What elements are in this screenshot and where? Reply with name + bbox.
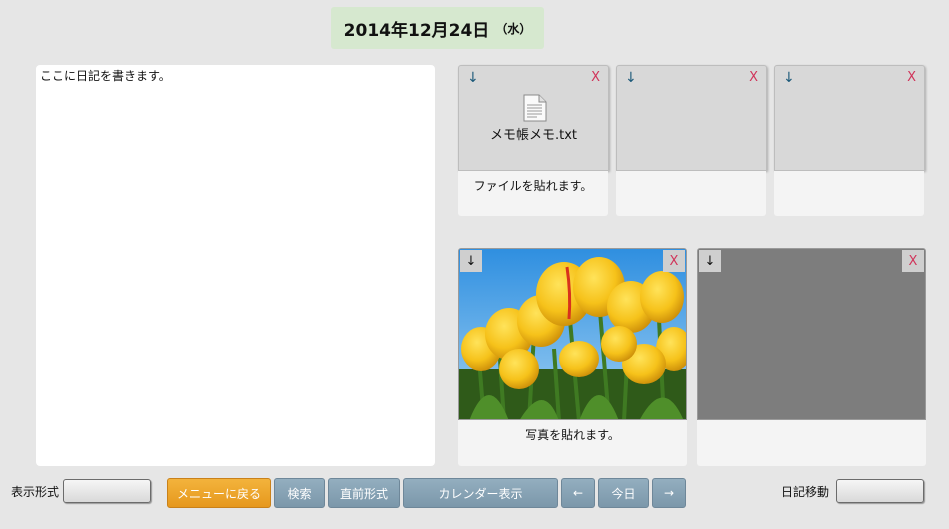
close-icon[interactable]: X <box>902 250 924 272</box>
file-name[interactable]: メモ帳メモ.txt <box>459 124 608 143</box>
diary-textarea[interactable]: ここに日記を書きます。 <box>36 65 435 466</box>
photo-caption-1: 写真を貼れます。 <box>458 420 687 466</box>
tulip-photo[interactable] <box>459 249 687 420</box>
diary-move-button[interactable] <box>836 479 924 503</box>
file-caption-2 <box>616 171 766 216</box>
download-icon[interactable]: ↓ <box>783 70 795 86</box>
today-button[interactable]: 今日 <box>598 478 649 508</box>
date-text: 2014年12月24日 <box>343 20 490 41</box>
photo-slot-2[interactable]: ↓ X <box>697 248 926 420</box>
next-day-button[interactable]: → <box>652 478 686 508</box>
close-icon[interactable]: X <box>907 70 916 86</box>
download-icon[interactable]: ↓ <box>467 70 479 86</box>
display-mode-button[interactable] <box>63 479 151 503</box>
weekday-text: （水） <box>495 21 532 36</box>
text-file-icon <box>523 94 547 122</box>
back-to-menu-button[interactable]: メニューに戻る <box>167 478 271 508</box>
download-icon[interactable]: ↓ <box>699 250 721 272</box>
file-caption-1: ファイルを貼れます。 <box>458 171 608 216</box>
file-caption-3 <box>774 171 924 216</box>
page-title: 2014年12月24日 （水） <box>331 7 544 49</box>
file-slot-2[interactable]: ↓ X <box>616 65 767 171</box>
calendar-view-button[interactable]: カレンダー表示 <box>403 478 558 508</box>
diary-move-label: 日記移動 <box>781 485 830 499</box>
prev-day-button[interactable]: ← <box>561 478 595 508</box>
display-mode-label: 表示形式 <box>11 485 60 499</box>
recent-format-button[interactable]: 直前形式 <box>328 478 400 508</box>
photo-caption-2 <box>697 420 926 466</box>
download-icon[interactable]: ↓ <box>460 250 482 272</box>
file-slot-3[interactable]: ↓ X <box>774 65 925 171</box>
close-icon[interactable]: X <box>663 250 685 272</box>
file-slot-1[interactable]: ↓ X メモ帳メモ.txt <box>458 65 609 171</box>
close-icon[interactable]: X <box>591 70 600 86</box>
close-icon[interactable]: X <box>749 70 758 86</box>
download-icon[interactable]: ↓ <box>625 70 637 86</box>
photo-slot-1[interactable]: ↓ X <box>458 248 687 420</box>
search-button[interactable]: 検索 <box>274 478 325 508</box>
